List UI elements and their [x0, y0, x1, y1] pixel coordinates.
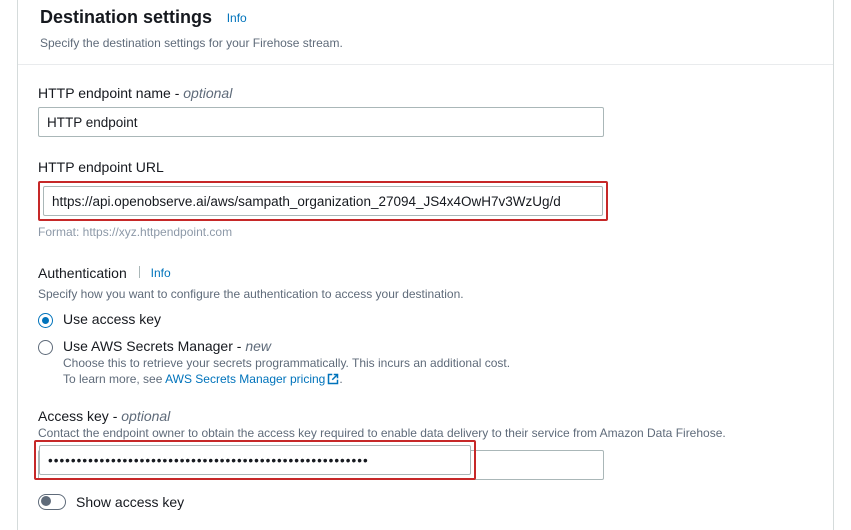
- access-key-label: Access key - optional: [38, 408, 813, 424]
- auth-title: Authentication: [38, 265, 127, 281]
- show-access-key-label: Show access key: [76, 494, 184, 510]
- external-link-icon: [327, 373, 339, 388]
- secrets-desc-line1: Choose this to retrieve your secrets pro…: [63, 356, 510, 370]
- section-description: Specify the destination settings for you…: [40, 36, 813, 50]
- auth-description: Specify how you want to configure the au…: [38, 287, 813, 301]
- endpoint-name-input[interactable]: [38, 107, 604, 137]
- info-link-destination[interactable]: Info: [227, 11, 247, 25]
- access-key-input[interactable]: [39, 445, 471, 475]
- radio-use-secrets-manager-label: Use AWS Secrets Manager - new: [63, 338, 510, 354]
- endpoint-url-helper: Format: https://xyz.httpendpoint.com: [38, 225, 813, 239]
- endpoint-url-label: HTTP endpoint URL: [38, 159, 813, 175]
- access-key-description: Contact the endpoint owner to obtain the…: [38, 426, 813, 440]
- info-link-auth[interactable]: Info: [151, 266, 171, 280]
- separator: [139, 266, 140, 278]
- secrets-pricing-link[interactable]: AWS Secrets Manager pricing: [165, 372, 339, 386]
- radio-use-access-key-label: Use access key: [63, 311, 161, 327]
- secrets-desc-line2: To learn more, see AWS Secrets Manager p…: [63, 372, 510, 388]
- endpoint-url-input[interactable]: [43, 186, 603, 216]
- endpoint-name-label: HTTP endpoint name - optional: [38, 85, 813, 101]
- radio-use-secrets-manager[interactable]: [38, 340, 53, 355]
- section-title: Destination settings: [40, 3, 212, 28]
- show-access-key-toggle[interactable]: [38, 494, 66, 510]
- radio-use-access-key[interactable]: [38, 313, 53, 328]
